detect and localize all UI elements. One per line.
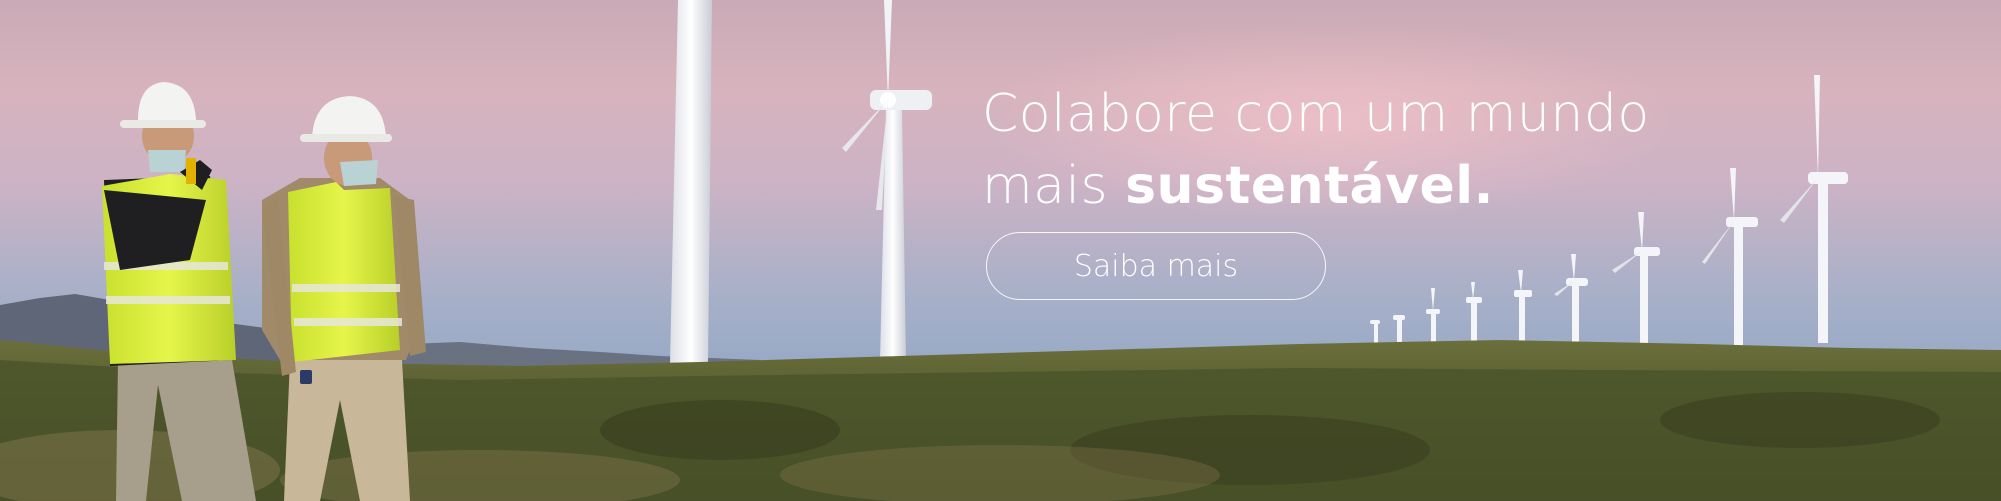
worker-left [102, 82, 256, 501]
turbine-medium [842, 0, 932, 360]
saiba-mais-button[interactable]: Saiba mais [986, 232, 1326, 300]
headline-line-2-prefix: mais [982, 156, 1126, 216]
hero-banner: Colabore com um mundo mais sustentável. … [0, 0, 2001, 501]
headline-line-1: Colabore com um mundo [982, 84, 1650, 144]
headline-line-2: mais sustentável. [982, 150, 1650, 222]
turbine-large [670, 0, 712, 364]
hero-headline: Colabore com um mundo mais sustentável. [982, 78, 1650, 222]
headline-emphasis: sustentável. [1125, 156, 1494, 216]
